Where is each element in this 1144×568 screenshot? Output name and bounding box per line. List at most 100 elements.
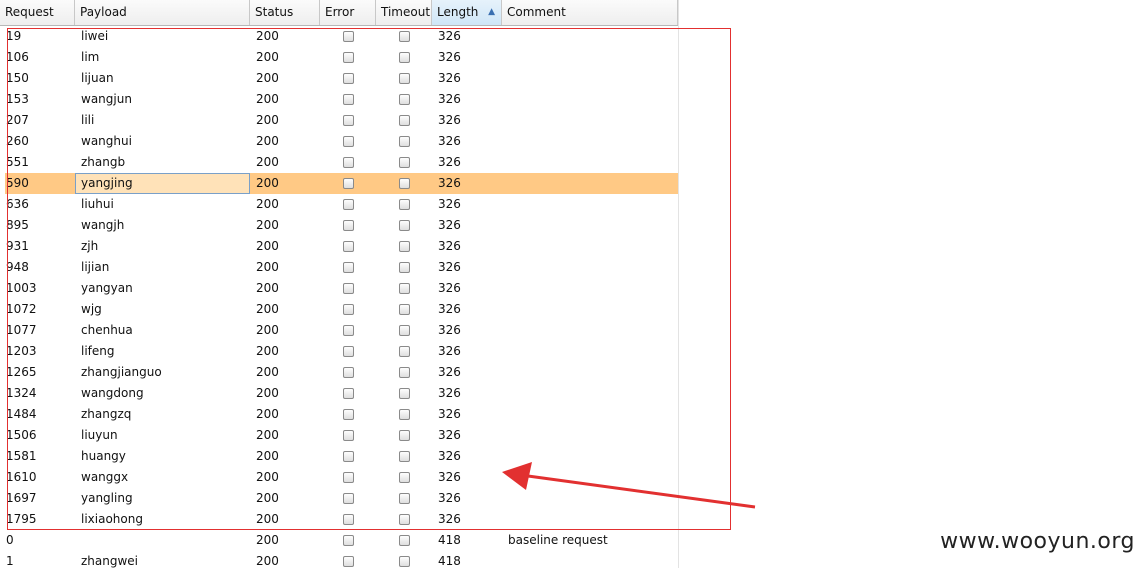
error-checkbox[interactable] — [342, 199, 354, 210]
payload-cell: lijian — [81, 260, 110, 274]
error-checkbox[interactable] — [342, 115, 354, 126]
column-header-comment[interactable]: Comment — [502, 0, 678, 25]
length-cell: 326 — [438, 71, 461, 85]
timeout-checkbox[interactable] — [398, 283, 410, 294]
error-checkbox[interactable] — [342, 304, 354, 315]
length-cell: 326 — [438, 50, 461, 64]
table-row[interactable]: 895 wangjh 200 326 — [5, 215, 678, 236]
request-cell: 1 — [6, 554, 14, 568]
column-header-error[interactable]: Error — [320, 0, 376, 25]
table-row[interactable]: 0 200 418 baseline request — [5, 530, 678, 551]
payload-cell: zjh — [81, 239, 99, 253]
table-row[interactable]: 19 liwei 200 326 — [5, 26, 678, 47]
status-cell: 200 — [256, 470, 279, 484]
error-checkbox[interactable] — [342, 430, 354, 441]
payload-cell: lim — [81, 50, 100, 64]
table-row[interactable]: 1795 lixiaohong 200 326 — [5, 509, 678, 530]
timeout-checkbox[interactable] — [398, 388, 410, 399]
table-row[interactable]: 1324 wangdong 200 326 — [5, 383, 678, 404]
comment-cell: baseline request — [508, 533, 608, 547]
error-checkbox[interactable] — [342, 52, 354, 63]
error-checkbox[interactable] — [342, 262, 354, 273]
timeout-checkbox[interactable] — [398, 73, 410, 84]
table-row[interactable]: 551 zhangb 200 326 — [5, 152, 678, 173]
table-row[interactable]: 1072 wjg 200 326 — [5, 299, 678, 320]
timeout-checkbox[interactable] — [398, 556, 410, 567]
table-row[interactable]: 948 lijian 200 326 — [5, 257, 678, 278]
column-header-timeout[interactable]: Timeout — [376, 0, 432, 25]
timeout-checkbox[interactable] — [398, 451, 410, 462]
timeout-checkbox[interactable] — [398, 220, 410, 231]
timeout-checkbox[interactable] — [398, 178, 410, 189]
error-checkbox[interactable] — [342, 241, 354, 252]
timeout-checkbox[interactable] — [398, 199, 410, 210]
request-cell: 0 — [6, 533, 14, 547]
table-row[interactable]: 207 lili 200 326 — [5, 110, 678, 131]
error-checkbox[interactable] — [342, 73, 354, 84]
timeout-checkbox[interactable] — [398, 52, 410, 63]
error-checkbox[interactable] — [342, 472, 354, 483]
error-checkbox[interactable] — [342, 346, 354, 357]
error-checkbox[interactable] — [342, 514, 354, 525]
timeout-checkbox[interactable] — [398, 535, 410, 546]
table-row[interactable]: 636 liuhui 200 326 — [5, 194, 678, 215]
table-row[interactable]: 590 yangjing 200 326 — [5, 173, 678, 194]
error-checkbox[interactable] — [342, 94, 354, 105]
error-checkbox[interactable] — [342, 409, 354, 420]
column-header-status[interactable]: Status — [250, 0, 320, 25]
request-cell: 207 — [6, 113, 29, 127]
timeout-checkbox[interactable] — [398, 136, 410, 147]
table-row[interactable]: 1265 zhangjianguo 200 326 — [5, 362, 678, 383]
table-row[interactable]: 260 wanghui 200 326 — [5, 131, 678, 152]
timeout-checkbox[interactable] — [398, 157, 410, 168]
timeout-checkbox[interactable] — [398, 430, 410, 441]
table-row[interactable]: 153 wangjun 200 326 — [5, 89, 678, 110]
error-checkbox[interactable] — [342, 178, 354, 189]
timeout-checkbox[interactable] — [398, 493, 410, 504]
table-row[interactable]: 1203 lifeng 200 326 — [5, 341, 678, 362]
length-cell: 326 — [438, 365, 461, 379]
timeout-checkbox[interactable] — [398, 367, 410, 378]
table-row[interactable]: 106 lim 200 326 — [5, 47, 678, 68]
timeout-checkbox[interactable] — [398, 304, 410, 315]
error-checkbox[interactable] — [342, 556, 354, 567]
table-row[interactable]: 1484 zhangzq 200 326 — [5, 404, 678, 425]
timeout-checkbox[interactable] — [398, 262, 410, 273]
error-checkbox[interactable] — [342, 157, 354, 168]
timeout-checkbox[interactable] — [398, 325, 410, 336]
column-header-length[interactable]: Length ▲ — [432, 0, 502, 25]
timeout-checkbox[interactable] — [398, 241, 410, 252]
timeout-checkbox[interactable] — [398, 514, 410, 525]
column-header-request[interactable]: Request — [0, 0, 75, 25]
comment-cell — [502, 131, 678, 152]
error-checkbox[interactable] — [342, 325, 354, 336]
error-checkbox[interactable] — [342, 535, 354, 546]
table-row[interactable]: 1 zhangwei 200 418 — [5, 551, 678, 568]
timeout-checkbox[interactable] — [398, 31, 410, 42]
request-cell: 931 — [6, 239, 29, 253]
column-header-payload[interactable]: Payload — [75, 0, 250, 25]
timeout-checkbox[interactable] — [398, 346, 410, 357]
status-cell: 200 — [256, 218, 279, 232]
payload-cell: wangjh — [81, 218, 125, 232]
table-row[interactable]: 1003 yangyan 200 326 — [5, 278, 678, 299]
timeout-checkbox[interactable] — [398, 472, 410, 483]
error-checkbox[interactable] — [342, 451, 354, 462]
timeout-checkbox[interactable] — [398, 94, 410, 105]
error-checkbox[interactable] — [342, 136, 354, 147]
comment-cell — [502, 383, 678, 404]
table-row[interactable]: 1077 chenhua 200 326 — [5, 320, 678, 341]
error-checkbox[interactable] — [342, 367, 354, 378]
error-checkbox[interactable] — [342, 31, 354, 42]
error-checkbox[interactable] — [342, 220, 354, 231]
timeout-checkbox[interactable] — [398, 115, 410, 126]
error-checkbox[interactable] — [342, 283, 354, 294]
timeout-checkbox[interactable] — [398, 409, 410, 420]
error-checkbox[interactable] — [342, 493, 354, 504]
table-row[interactable]: 931 zjh 200 326 — [5, 236, 678, 257]
table-row[interactable]: 150 lijuan 200 326 — [5, 68, 678, 89]
payload-cell: liwei — [81, 29, 109, 43]
error-checkbox[interactable] — [342, 388, 354, 399]
table-row[interactable]: 1506 liuyun 200 326 — [5, 425, 678, 446]
status-cell: 200 — [256, 428, 279, 442]
